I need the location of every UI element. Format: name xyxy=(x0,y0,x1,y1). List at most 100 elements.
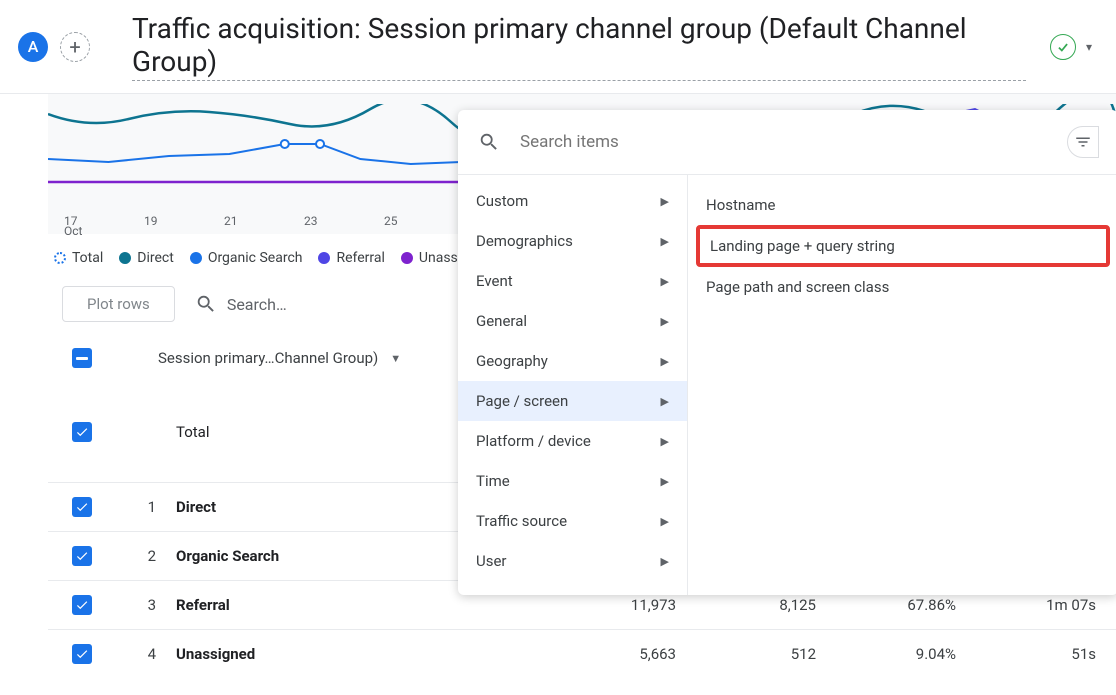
dot-icon xyxy=(401,252,413,264)
avatar[interactable]: A xyxy=(18,32,48,62)
dd-cat-label: General xyxy=(476,312,527,330)
row-checkbox[interactable] xyxy=(72,595,92,615)
cell: 51s xyxy=(976,645,1116,663)
chevron-right-icon: ▶ xyxy=(661,315,669,328)
row-index: 2 xyxy=(116,547,156,565)
chevron-right-icon: ▶ xyxy=(661,435,669,448)
row-label[interactable]: Unassigned xyxy=(176,645,476,663)
dd-item-page-path[interactable]: Page path and screen class xyxy=(688,267,1116,307)
cell: 8,125 xyxy=(696,596,836,614)
row-checkbox[interactable] xyxy=(72,644,92,664)
dot-icon xyxy=(119,252,131,264)
row-label[interactable]: Organic Search xyxy=(176,547,476,565)
legend-label: Total xyxy=(72,250,103,266)
x-tick: 21 xyxy=(224,214,254,238)
row-cells: 11,973 8,125 67.86% 1m 07s xyxy=(556,596,1116,614)
dropdown-search-input[interactable] xyxy=(520,132,1047,152)
dd-category-user[interactable]: User ▶ xyxy=(458,541,687,581)
cell: 5,663 xyxy=(556,645,696,663)
dd-category-time[interactable]: Time ▶ xyxy=(458,461,687,501)
row-index: 1 xyxy=(116,498,156,516)
dd-category-platform-device[interactable]: Platform / device ▶ xyxy=(458,421,687,461)
status-dropdown-caret[interactable]: ▾ xyxy=(1080,40,1098,54)
search-icon xyxy=(478,131,500,153)
dropdown-items: Hostname Landing page + query string Pag… xyxy=(688,175,1116,595)
table-search[interactable]: Search… xyxy=(195,293,287,315)
legend-item-referral[interactable]: Referral xyxy=(318,250,384,266)
cell: 11,973 xyxy=(556,596,696,614)
row-label[interactable]: Referral xyxy=(176,596,476,614)
cell: 1m 07s xyxy=(976,596,1116,614)
search-placeholder: Search… xyxy=(227,295,287,314)
chevron-right-icon: ▶ xyxy=(661,395,669,408)
row-checkbox[interactable] xyxy=(72,497,92,517)
select-all-checkbox[interactable] xyxy=(72,348,92,368)
row-index: 4 xyxy=(116,645,156,663)
row-cells: 5,663 512 9.04% 51s xyxy=(556,645,1116,663)
x-month: Oct xyxy=(64,224,94,238)
dropdown-search-row xyxy=(458,110,1116,175)
dimension-dropdown-panel: Custom ▶ Demographics ▶ Event ▶ General ▶ Ge… xyxy=(458,110,1116,595)
dd-cat-label: Custom xyxy=(476,192,528,210)
dd-category-event[interactable]: Event ▶ xyxy=(458,261,687,301)
dd-item-hostname[interactable]: Hostname xyxy=(688,185,1116,225)
row-label: Total xyxy=(176,423,476,441)
add-button[interactable]: + xyxy=(60,32,90,62)
dropdown-body: Custom ▶ Demographics ▶ Event ▶ General ▶ Ge… xyxy=(458,175,1116,595)
legend-label: Referral xyxy=(336,250,384,266)
dd-item-landing-page[interactable]: Landing page + query string xyxy=(696,225,1110,267)
dd-category-geography[interactable]: Geography ▶ xyxy=(458,341,687,381)
row-index: 3 xyxy=(116,596,156,614)
row-label[interactable]: Direct xyxy=(176,498,476,516)
status-check-icon[interactable] xyxy=(1050,34,1076,60)
plot-rows-button[interactable]: Plot rows xyxy=(62,286,175,322)
dot-icon xyxy=(190,252,202,264)
dd-category-general[interactable]: General ▶ xyxy=(458,301,687,341)
dot-icon xyxy=(54,252,66,264)
dot-icon xyxy=(318,252,330,264)
legend-label: Direct xyxy=(137,250,174,266)
legend-item-direct[interactable]: Direct xyxy=(119,250,174,266)
title-container: Traffic acquisition: Session primary cha… xyxy=(132,12,1026,81)
cell: 9.04% xyxy=(836,645,976,663)
cell: 67.86% xyxy=(836,596,976,614)
dimension-label: Session primary…Channel Group) xyxy=(158,349,378,367)
dd-category-traffic-source[interactable]: Traffic source ▶ xyxy=(458,501,687,541)
legend-label: Organic Search xyxy=(208,250,303,266)
header-actions: ▾ xyxy=(1050,34,1098,60)
x-tick: 19 xyxy=(144,214,174,238)
dimension-selector[interactable]: Session primary…Channel Group) ▼ xyxy=(158,349,401,367)
search-icon xyxy=(195,293,217,315)
chevron-right-icon: ▶ xyxy=(661,475,669,488)
row-checkbox[interactable] xyxy=(72,422,92,442)
dd-cat-label: Platform / device xyxy=(476,432,591,450)
dd-cat-label: Traffic source xyxy=(476,512,567,530)
filter-button[interactable] xyxy=(1067,126,1099,158)
chevron-right-icon: ▶ xyxy=(661,195,669,208)
page-title[interactable]: Traffic acquisition: Session primary cha… xyxy=(132,12,1026,81)
dropdown-categories: Custom ▶ Demographics ▶ Event ▶ General ▶ Ge… xyxy=(458,175,688,595)
cell: 512 xyxy=(696,645,836,663)
legend-item-organic[interactable]: Organic Search xyxy=(190,250,303,266)
dd-category-demographics[interactable]: Demographics ▶ xyxy=(458,221,687,261)
dd-cat-label: Event xyxy=(476,272,513,290)
dd-cat-label: Time xyxy=(476,472,510,490)
legend-item-total[interactable]: Total xyxy=(54,250,103,266)
chevron-right-icon: ▶ xyxy=(661,555,669,568)
dd-cat-label: Geography xyxy=(476,352,548,370)
app-header: A + Traffic acquisition: Session primary… xyxy=(0,0,1116,94)
dd-cat-label: Page / screen xyxy=(476,392,568,410)
filter-icon xyxy=(1074,133,1092,151)
x-tick: 25 xyxy=(384,214,414,238)
chevron-right-icon: ▶ xyxy=(661,355,669,368)
dd-category-page-screen[interactable]: Page / screen ▶ xyxy=(458,381,687,421)
chevron-right-icon: ▶ xyxy=(661,235,669,248)
dd-category-custom[interactable]: Custom ▶ xyxy=(458,181,687,221)
dd-cat-label: User xyxy=(476,552,507,570)
chevron-right-icon: ▶ xyxy=(661,515,669,528)
table-row: 4 Unassigned 5,663 512 9.04% 51s xyxy=(48,629,1116,678)
x-tick: 23 xyxy=(304,214,334,238)
dd-cat-label: Demographics xyxy=(476,232,573,250)
chevron-right-icon: ▶ xyxy=(661,275,669,288)
row-checkbox[interactable] xyxy=(72,546,92,566)
